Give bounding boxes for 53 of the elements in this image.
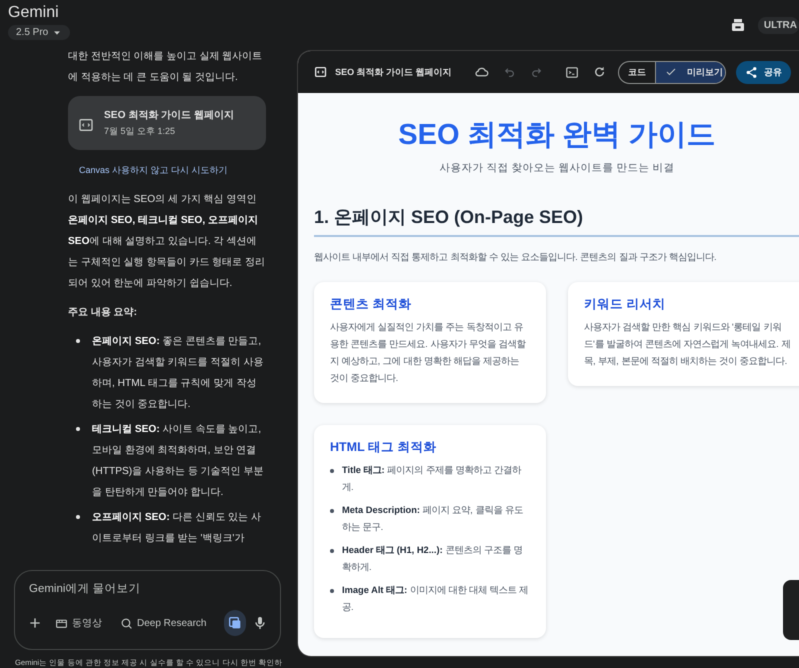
card-title: 키워드 리서치	[584, 296, 666, 313]
retry-link[interactable]: Canvas 사용하지 않고 다시 시도하기	[68, 156, 266, 189]
share-icon	[745, 66, 758, 78]
bullet-dot	[330, 469, 334, 474]
card-title: 콘텐츠 최적화	[330, 296, 412, 313]
app-title: Gemini	[8, 4, 60, 22]
card-list-item: Image Alt 태그: 이미지에 대한 대체 텍스트 제공.	[342, 584, 530, 614]
card-list-item: Header 태그 (H1, H2...): 콘텐츠의 구조를 명확하게.	[342, 544, 524, 574]
film-icon	[55, 616, 68, 630]
card-list-item: Meta Description: 페이지 요약, 클릭을 유도하는 문구.	[342, 504, 524, 534]
section-heading: 1. 온페이지 SEO (On-Page SEO)	[314, 205, 799, 237]
refresh-icon[interactable]	[592, 65, 606, 79]
artifact-card[interactable]: SEO 최적화 가이드 웹페이지 7월 5일 오후 1:25	[68, 96, 266, 150]
bullet-dot	[330, 589, 334, 594]
bullet-item: 테크니컬 SEO: 사이트 속도를 높이고, 모바일 환경에 최적화하며, 보안 연결(HTTPS)을 사용하는 등 기술적인 부분을 탄탄하게 만들어야 합니다.	[92, 422, 264, 500]
card-list-item: Title 태그: 페이지의 주제를 명확하고 간결하게.	[342, 464, 522, 494]
card-text: 사용자에게 실질적인 가치를 주는 독창적이고 유용한 콘텐츠를 만드세요. 사용자가 무엇을 검색할지 예상하고, 그에 대한 명확한 해답을 제공하는 것이 중요합니다.	[330, 321, 527, 385]
canvas-icon	[227, 615, 244, 632]
canvas-title: SEO 최적화 가이드 웹페이지	[335, 66, 452, 78]
printer-icon[interactable]	[730, 17, 746, 33]
checkmark-icon	[665, 66, 678, 78]
search-icon	[120, 616, 133, 630]
bullet-dot	[76, 426, 80, 431]
share-button[interactable]: 공유	[736, 60, 791, 84]
terminal-icon[interactable]	[564, 64, 579, 80]
tool-button[interactable]: Deep Research	[114, 614, 212, 632]
bullet-dot	[76, 514, 80, 519]
chat-paragraph: 대한 전반적인 이해를 높이고 실제 웹사이트에 적용하는 데 큰 도움이 될 것입니다.	[68, 50, 264, 85]
artifact-time: 7월 5일 오후 1:25	[104, 124, 176, 138]
chat-paragraph: 이 웹페이지는 SEO의 세 가지 핵심 영역인 온페이지 SEO, 테크니컬 SEO, 오프페이지 SEO에 대해 설명하고 있습니다. 각 섹션에는 구체적인 실행 항목들이 카드 형태로 정리되어 있어 한눈에 파악하기 쉽습니다.	[68, 192, 266, 291]
page-title: SEO 최적화 완벽 가이드	[397, 118, 717, 153]
code-window-icon	[314, 65, 328, 79]
prompt-box[interactable]: Gemini에게 물어보기 동영상 Deep Research	[14, 570, 281, 650]
bullet-item: 오프페이지 SEO: 다른 신뢰도 있는 사이트로부터 링크를 받는 '백링크'가	[92, 510, 262, 546]
bullet-dot	[330, 509, 334, 514]
artifact-title: SEO 최적화 가이드 웹페이지	[104, 108, 234, 123]
page-subtitle: 사용자가 직접 찾아오는 웹사이트를 만드는 비결	[438, 161, 676, 175]
section-intro: 웹사이트 내부에서 직접 통제하고 최적화할 수 있는 요소들입니다. 콘텐츠의 질과 구조가 핵심입니다.	[314, 251, 718, 264]
code-window-icon[interactable]	[78, 116, 94, 133]
bullet-dot	[330, 549, 334, 554]
bullet-dot	[76, 338, 80, 343]
card-title: HTML 태그 최적화	[330, 439, 438, 456]
floating-toolbar[interactable]	[783, 580, 799, 640]
view-tab[interactable]: 코드	[619, 62, 656, 82]
tool-button[interactable]: 동영상	[49, 614, 108, 632]
bullet-item: 온페이지 SEO: 좋은 콘텐츠를 만들고, 사용자가 검색할 키워드를 적절히 사용하며, HTML 태그를 규칙에 맞게 작성하는 것이 중요합니다.	[92, 334, 264, 412]
canvas-button[interactable]	[224, 610, 246, 636]
model-selector[interactable]: 2.5 Pro	[8, 25, 70, 40]
summary-heading: 주요 내용 요약:	[68, 306, 138, 320]
plan-badge: ULTRA	[758, 16, 799, 34]
prompt-placeholder: Gemini에게 물어보기	[28, 582, 142, 596]
view-tab[interactable]: 미리보기	[655, 62, 725, 82]
card-text: 사용자가 검색할 만한 핵심 키워드와 '롱테일 키워드'를 발굴하여 콘텐츠에 자연스럽게 녹여내세요. 제목, 부제, 본문에 적절히 배치하는 것이 중요합니다.	[584, 321, 792, 368]
